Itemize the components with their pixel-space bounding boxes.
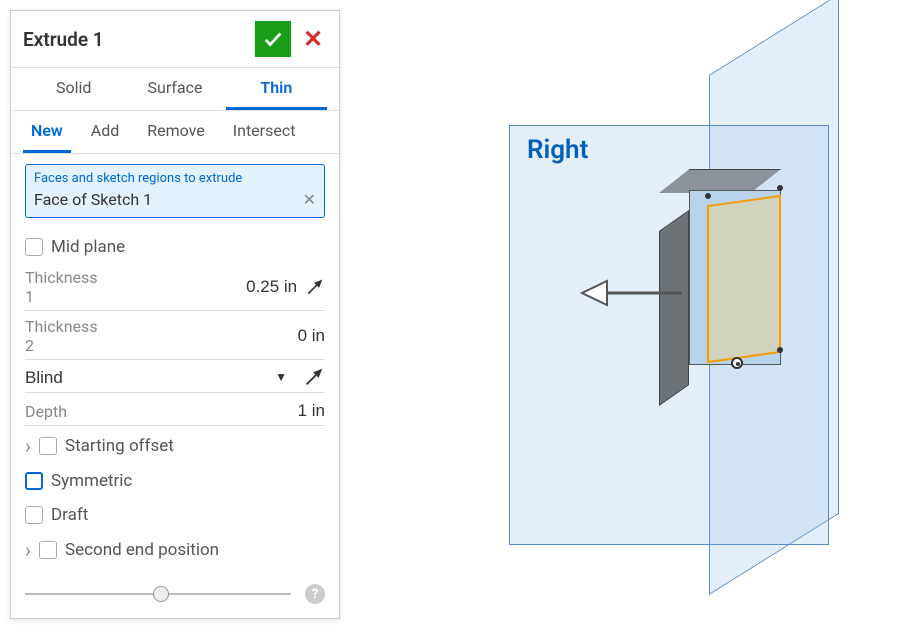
tab-remove[interactable]: Remove <box>139 111 213 153</box>
dialog-title: Extrude 1 <box>23 28 255 51</box>
thickness1-row: Thickness 1 <box>25 264 325 311</box>
selection-input[interactable]: Faces and sketch regions to extrude Face… <box>25 164 325 218</box>
check-icon <box>262 28 284 50</box>
tab-new[interactable]: New <box>23 111 71 153</box>
flip-direction-icon[interactable] <box>305 276 325 298</box>
origin-marker <box>731 357 743 369</box>
dialog-header: Extrude 1 ✕ <box>11 11 339 68</box>
starting-offset-checkbox[interactable] <box>39 437 57 455</box>
depth-input[interactable] <box>104 401 325 421</box>
slider-thumb[interactable] <box>153 586 169 602</box>
starting-offset-row: › Starting offset <box>25 428 325 464</box>
draft-row: Draft <box>25 498 325 532</box>
opacity-slider[interactable] <box>25 593 291 595</box>
help-icon[interactable]: ? <box>305 584 325 604</box>
draft-label: Draft <box>51 505 88 525</box>
tab-surface[interactable]: Surface <box>124 68 225 110</box>
end-type-row: Blind ▼ <box>25 362 325 393</box>
close-icon: ✕ <box>303 26 323 53</box>
chevron-right-icon[interactable]: › <box>25 434 31 458</box>
tab-add[interactable]: Add <box>83 111 127 153</box>
second-end-row: › Second end position <box>25 532 325 568</box>
dialog-footer: ? <box>11 574 339 618</box>
symmetric-checkbox[interactable] <box>25 472 43 490</box>
surface-type-tabs: Solid Surface Thin <box>11 68 339 111</box>
thickness2-input[interactable] <box>104 326 325 346</box>
second-end-label: Second end position <box>65 540 219 560</box>
chip-remove-icon[interactable]: ✕ <box>303 190 316 209</box>
symmetric-row: Symmetric <box>25 464 325 498</box>
flip-direction-icon[interactable] <box>303 366 325 388</box>
depth-row: Depth <box>25 397 325 426</box>
plane-label: Right <box>527 135 588 165</box>
chip-text: Face of Sketch 1 <box>34 190 303 209</box>
sketch-vertex <box>777 347 783 353</box>
viewport-3d[interactable]: Right <box>479 95 899 595</box>
mid-plane-row: Mid plane <box>25 230 325 264</box>
tab-thin[interactable]: Thin <box>226 68 327 110</box>
mid-plane-checkbox[interactable] <box>25 238 43 256</box>
thickness1-label: Thickness 1 <box>25 268 98 306</box>
starting-offset-label: Starting offset <box>65 436 174 456</box>
thickness2-label: Thickness 2 <box>25 317 104 355</box>
selection-chip: Face of Sketch 1 ✕ <box>34 190 316 209</box>
sketch-face-highlight <box>707 195 781 363</box>
symmetric-label: Symmetric <box>51 471 132 491</box>
boolean-mode-tabs: New Add Remove Intersect <box>11 111 339 154</box>
extruded-solid <box>659 165 794 365</box>
end-type-select[interactable]: Blind <box>25 368 275 387</box>
tab-solid[interactable]: Solid <box>23 68 124 110</box>
thickness1-input[interactable] <box>98 277 298 297</box>
cancel-button[interactable]: ✕ <box>299 25 327 53</box>
depth-label: Depth <box>25 402 104 421</box>
thickness2-row: Thickness 2 <box>25 313 325 360</box>
tab-intersect[interactable]: Intersect <box>225 111 304 153</box>
confirm-button[interactable] <box>255 21 291 57</box>
sketch-vertex <box>777 185 783 191</box>
chevron-down-icon: ▼ <box>275 370 287 384</box>
draft-checkbox[interactable] <box>25 506 43 524</box>
mid-plane-label: Mid plane <box>51 237 125 257</box>
direction-arrow-icon[interactable] <box>577 273 687 313</box>
sketch-vertex <box>705 193 711 199</box>
extrude-dialog: Extrude 1 ✕ Solid Surface Thin New Add R… <box>10 10 340 619</box>
chevron-right-icon[interactable]: › <box>25 538 31 562</box>
dialog-body: Faces and sketch regions to extrude Face… <box>11 154 339 574</box>
selection-label: Faces and sketch regions to extrude <box>34 171 316 186</box>
second-end-checkbox[interactable] <box>39 541 57 559</box>
